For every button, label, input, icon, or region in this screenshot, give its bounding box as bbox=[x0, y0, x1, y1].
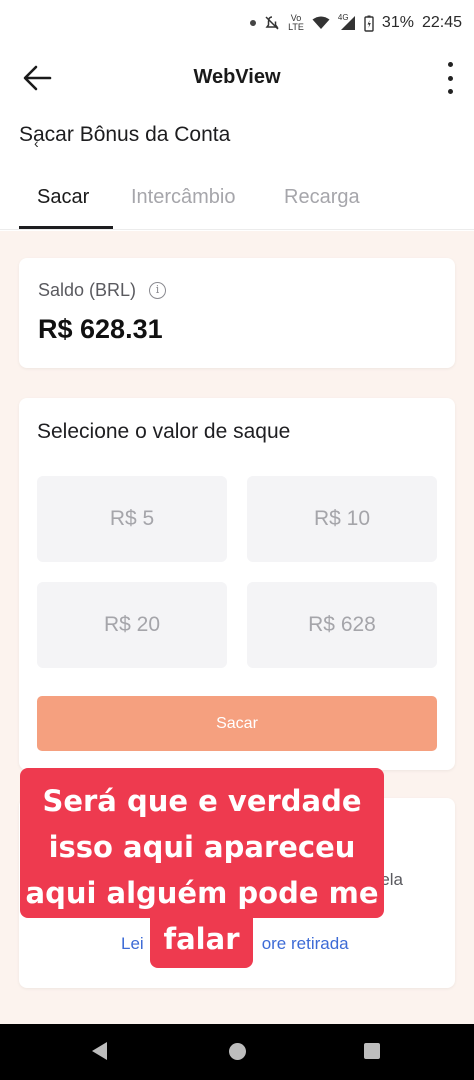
nav-home-icon[interactable] bbox=[229, 1043, 246, 1060]
amount-option-628[interactable]: R$ 628 bbox=[247, 582, 437, 668]
withdraw-rules-link-end[interactable]: ore retirada bbox=[262, 934, 349, 953]
withdraw-rules-link-start[interactable]: Lei bbox=[121, 934, 144, 953]
clock: 22:45 bbox=[421, 14, 462, 31]
balance-label: Saldo (BRL) bbox=[38, 280, 137, 300]
amount-option-20[interactable]: R$ 20 bbox=[37, 582, 227, 668]
wifi-icon bbox=[312, 16, 330, 29]
status-icons: Vo LTE 4G 31% 22:45 bbox=[250, 13, 462, 32]
tab-intercambio[interactable]: Intercâmbio bbox=[131, 186, 236, 209]
nav-back-icon[interactable] bbox=[92, 1042, 107, 1060]
more-vertical-icon-dot bbox=[447, 89, 453, 94]
info-icon[interactable]: i bbox=[149, 282, 166, 299]
more-menu-button[interactable] bbox=[440, 62, 460, 94]
app-title: WebView bbox=[193, 66, 281, 88]
dot-icon bbox=[250, 20, 257, 26]
tab-bar: Sacar Intercâmbio Recarga bbox=[0, 170, 474, 230]
battery-level: 31% bbox=[381, 14, 414, 31]
info-text-fragment: ela bbox=[380, 870, 403, 889]
status-bar: Vo LTE 4G 31% 22:45 bbox=[0, 0, 474, 52]
tab-sacar[interactable]: Sacar bbox=[37, 186, 89, 209]
page-title: Sacar Bônus da Conta bbox=[19, 123, 231, 146]
withdraw-rules-link[interactable]: Lei ore retirada bbox=[121, 934, 349, 954]
app-bar: WebView bbox=[0, 52, 474, 104]
active-tab-indicator bbox=[19, 226, 113, 229]
withdraw-amount-title: Selecione o valor de saque bbox=[37, 420, 291, 443]
signal-icon: 4G bbox=[338, 13, 356, 31]
balance-value: R$ 628.31 bbox=[38, 314, 163, 344]
more-vertical-icon-dot bbox=[447, 75, 453, 81]
chevron-left-icon[interactable]: ‹ bbox=[34, 135, 39, 151]
balance-card: Saldo (BRL) i R$ 628.31 bbox=[19, 258, 455, 368]
withdraw-info-card: ela Lei ore retirada bbox=[19, 798, 455, 988]
withdraw-submit-button[interactable]: Sacar bbox=[37, 696, 437, 751]
amount-option-5[interactable]: R$ 5 bbox=[37, 476, 227, 562]
system-nav-bar bbox=[0, 1024, 474, 1080]
more-vertical-icon-dot bbox=[447, 62, 453, 67]
mute-icon bbox=[265, 16, 279, 30]
amount-option-10[interactable]: R$ 10 bbox=[247, 476, 437, 562]
main-content: Saldo (BRL) i R$ 628.31 Selecione o valo… bbox=[0, 231, 474, 1024]
withdraw-amount-card: Selecione o valor de saque R$ 5 R$ 10 R$… bbox=[19, 398, 455, 770]
volte-icon: Vo LTE bbox=[288, 14, 304, 32]
nav-recents-icon[interactable] bbox=[364, 1043, 380, 1059]
volte-bottom-label: LTE bbox=[288, 22, 304, 32]
battery-icon bbox=[364, 15, 374, 32]
tab-recarga[interactable]: Recarga bbox=[284, 186, 360, 209]
